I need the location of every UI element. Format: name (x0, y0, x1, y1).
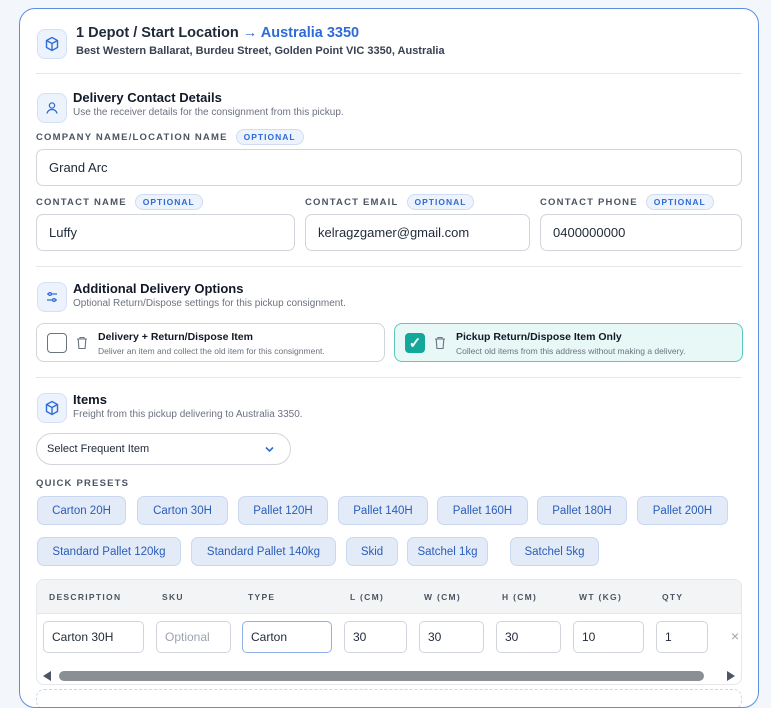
column-header: WT (KG) (579, 592, 623, 602)
column-header: H (CM) (502, 592, 538, 602)
user-icon (37, 93, 67, 123)
box-icon (37, 393, 67, 423)
preset-chip[interactable]: Pallet 160H (437, 496, 528, 525)
quick-presets-label: QUICK PRESETS (36, 478, 130, 489)
scroll-left-arrow[interactable] (43, 671, 51, 681)
column-header: W (CM) (424, 592, 462, 602)
trash-icon (435, 336, 445, 350)
trash-icon (77, 336, 87, 350)
arrow-icon: → (242, 25, 258, 41)
preset-chip[interactable]: Pallet 140H (338, 496, 428, 525)
divider (36, 266, 742, 267)
table-header: DESCRIPTION SKU TYPE L (CM) W (CM) H (CM… (37, 580, 741, 614)
sliders-icon (37, 282, 67, 312)
preset-chip[interactable]: Pallet 120H (238, 496, 328, 525)
items-table: DESCRIPTION SKU TYPE L (CM) W (CM) H (CM… (36, 579, 742, 685)
depot-title: 1 Depot / Start Location → Australia 335… (76, 25, 359, 41)
preset-chip[interactable]: Satchel 1kg (407, 537, 488, 566)
preset-chip[interactable]: Pallet 180H (537, 496, 627, 525)
contact-name-label-text: CONTACT NAME (36, 196, 127, 208)
contact-email-label: CONTACT EMAIL OPTIONAL (305, 194, 475, 210)
weight-input[interactable]: 10 (573, 621, 644, 653)
frequent-item-select[interactable]: Select Frequent Item (36, 433, 291, 465)
contact-phone-label-text: CONTACT PHONE (540, 196, 638, 208)
type-input[interactable]: Carton (242, 621, 332, 653)
description-input[interactable]: Carton 30H (43, 621, 144, 653)
scroll-right-arrow[interactable] (727, 671, 735, 681)
contact-name-input[interactable]: Luffy (36, 214, 295, 251)
company-label: COMPANY NAME/LOCATION NAME OPTIONAL (36, 129, 304, 145)
chevron-down-icon (265, 446, 274, 453)
preset-chip[interactable]: Standard Pallet 120kg (37, 537, 181, 566)
depot-label: 1 Depot / Start Location (76, 25, 239, 41)
column-header: SKU (162, 592, 184, 602)
optional-badge: OPTIONAL (134, 194, 203, 210)
option-delivery-return[interactable]: Delivery + Return/Dispose Item Deliver a… (36, 323, 385, 362)
option-description: Collect old items from this address with… (456, 346, 686, 356)
divider (36, 377, 742, 378)
contact-section-title: Delivery Contact Details (73, 90, 222, 105)
height-input[interactable]: 30 (496, 621, 561, 653)
company-label-text: COMPANY NAME/LOCATION NAME (36, 131, 228, 143)
length-input[interactable]: 30 (344, 621, 407, 653)
add-item-dropzone[interactable] (36, 689, 742, 707)
option-description: Deliver an item and collect the old item… (98, 346, 325, 356)
width-input[interactable]: 30 (419, 621, 484, 653)
items-section-subtitle: Freight from this pickup delivering to A… (73, 409, 303, 420)
box-icon (37, 29, 67, 59)
contact-email-label-text: CONTACT EMAIL (305, 196, 399, 208)
preset-chip[interactable]: Satchel 5kg (510, 537, 599, 566)
pickup-card: 1 Depot / Start Location → Australia 335… (19, 8, 759, 708)
contact-section-subtitle: Use the receiver details for the consign… (73, 107, 344, 118)
horizontal-scrollbar[interactable] (59, 671, 704, 681)
column-header: DESCRIPTION (49, 592, 122, 602)
preset-chip[interactable]: Standard Pallet 140kg (191, 537, 336, 566)
frequent-item-select-label: Select Frequent Item (47, 443, 150, 455)
option-checkbox[interactable] (47, 333, 67, 353)
option-title: Pickup Return/Dispose Item Only (456, 331, 622, 343)
depot-destination: Australia 3350 (260, 25, 360, 41)
column-header: TYPE (248, 592, 276, 602)
contact-name-label: CONTACT NAME OPTIONAL (36, 194, 203, 210)
items-section-title: Items (73, 392, 107, 407)
contact-phone-input[interactable]: 0400000000 (540, 214, 742, 251)
preset-chip[interactable]: Pallet 200H (637, 496, 728, 525)
check-icon[interactable]: ✓ (405, 333, 425, 353)
optional-badge: OPTIONAL (645, 194, 714, 210)
divider (36, 73, 742, 74)
options-section-title: Additional Delivery Options (73, 281, 244, 296)
contact-email-input[interactable]: kelragzgamer@gmail.com (305, 214, 530, 251)
quantity-input[interactable]: 1 (656, 621, 708, 653)
column-header: QTY (662, 592, 684, 602)
preset-chip[interactable]: Carton 30H (137, 496, 228, 525)
preset-chip[interactable]: Skid (346, 537, 398, 566)
preset-chip[interactable]: Carton 20H (37, 496, 126, 525)
depot-address: Best Western Ballarat, Burdeu Street, Go… (76, 45, 445, 57)
optional-badge: OPTIONAL (235, 129, 304, 145)
optional-badge: OPTIONAL (406, 194, 475, 210)
column-header: L (CM) (350, 592, 385, 602)
options-section-subtitle: Optional Return/Dispose settings for thi… (73, 298, 346, 309)
option-pickup-return-only[interactable]: ✓ Pickup Return/Dispose Item Only Collec… (394, 323, 743, 362)
option-title: Delivery + Return/Dispose Item (98, 331, 253, 343)
remove-row-icon[interactable]: × (731, 628, 739, 644)
company-name-input[interactable]: Grand Arc (36, 149, 742, 186)
sku-input[interactable]: Optional (156, 621, 231, 653)
contact-phone-label: CONTACT PHONE OPTIONAL (540, 194, 714, 210)
